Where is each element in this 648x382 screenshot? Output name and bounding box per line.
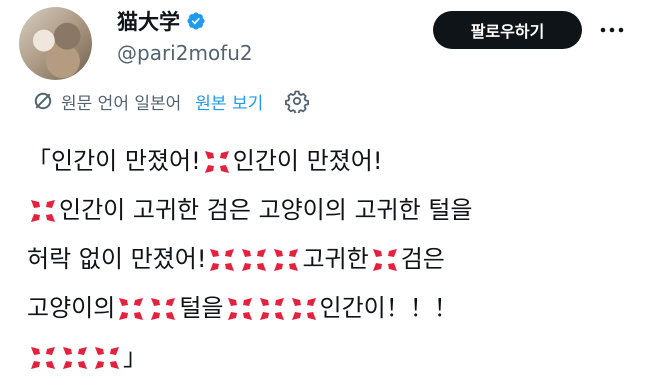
- tweet-text-segment: 고귀한: [302, 245, 369, 273]
- tweet-line: 인간이 고귀한 검은 고양이의 고귀한 털을: [27, 186, 627, 235]
- anger-symbol-icon: [204, 150, 229, 173]
- tweet-text-segment: 검은: [400, 245, 445, 273]
- display-name[interactable]: 猫大学: [117, 6, 180, 36]
- tweet-text: 「인간이 만졌어! 인간이 만졌어! 인간이 고귀한 검은 고양이의 고귀한 털을허…: [27, 137, 627, 382]
- tweet-line: 고양이의 털을 인간이！！！: [27, 284, 627, 333]
- anger-symbol-icon: [31, 199, 55, 222]
- anger-symbol-icon: [242, 248, 267, 271]
- anger-symbol-icon: [151, 297, 176, 320]
- tweet-text-segment: 인간이 만졌어!: [232, 147, 383, 175]
- more-icon[interactable]: [596, 17, 628, 43]
- anger-symbol-icon: [274, 248, 299, 271]
- tweet-text-segment: 고양이의: [27, 294, 116, 322]
- tweet-line: 허락 없이 만졌어! 고귀한 검은: [27, 235, 627, 284]
- translate-icon: [34, 92, 52, 110]
- tweet-text-segment: 「인간이 만졌어!: [27, 147, 201, 175]
- anger-symbol-icon: [291, 297, 316, 320]
- translation-source-label: 원문 언어 일본어: [61, 93, 182, 114]
- avatar[interactable]: [19, 7, 92, 80]
- anger-symbol-icon: [63, 346, 87, 369]
- anger-symbol-icon: [31, 346, 55, 369]
- tweet-line: 」: [27, 333, 627, 382]
- anger-symbol-icon: [227, 297, 252, 320]
- tweet-text-segment: 털을: [179, 294, 224, 322]
- tweet-text-segment: 허락 없이 만졌어!: [27, 245, 207, 273]
- handle[interactable]: @pari2mofu2: [117, 41, 253, 65]
- tweet-text-segment: 」: [123, 343, 147, 371]
- tweet-text-segment: 인간이！！！: [319, 294, 458, 322]
- verified-badge-icon: [187, 12, 205, 30]
- settings-gear-icon[interactable]: [285, 89, 310, 113]
- anger-symbol-icon: [259, 297, 284, 320]
- follow-button[interactable]: 팔로우하기: [433, 11, 582, 49]
- show-original-link[interactable]: 원본 보기: [195, 89, 263, 114]
- anger-symbol-icon: [119, 297, 144, 320]
- translation-bar: 원문 언어 일본어 원본 보기: [33, 86, 310, 116]
- anger-symbol-icon: [210, 248, 235, 271]
- tweet-line: 「인간이 만졌어! 인간이 만졌어!: [27, 137, 627, 186]
- name-row: 猫大学: [117, 8, 206, 34]
- tweet-text-segment: 인간이 고귀한 검은 고양이의 고귀한 털을: [59, 196, 473, 224]
- anger-symbol-icon: [372, 248, 397, 271]
- anger-symbol-icon: [95, 346, 119, 369]
